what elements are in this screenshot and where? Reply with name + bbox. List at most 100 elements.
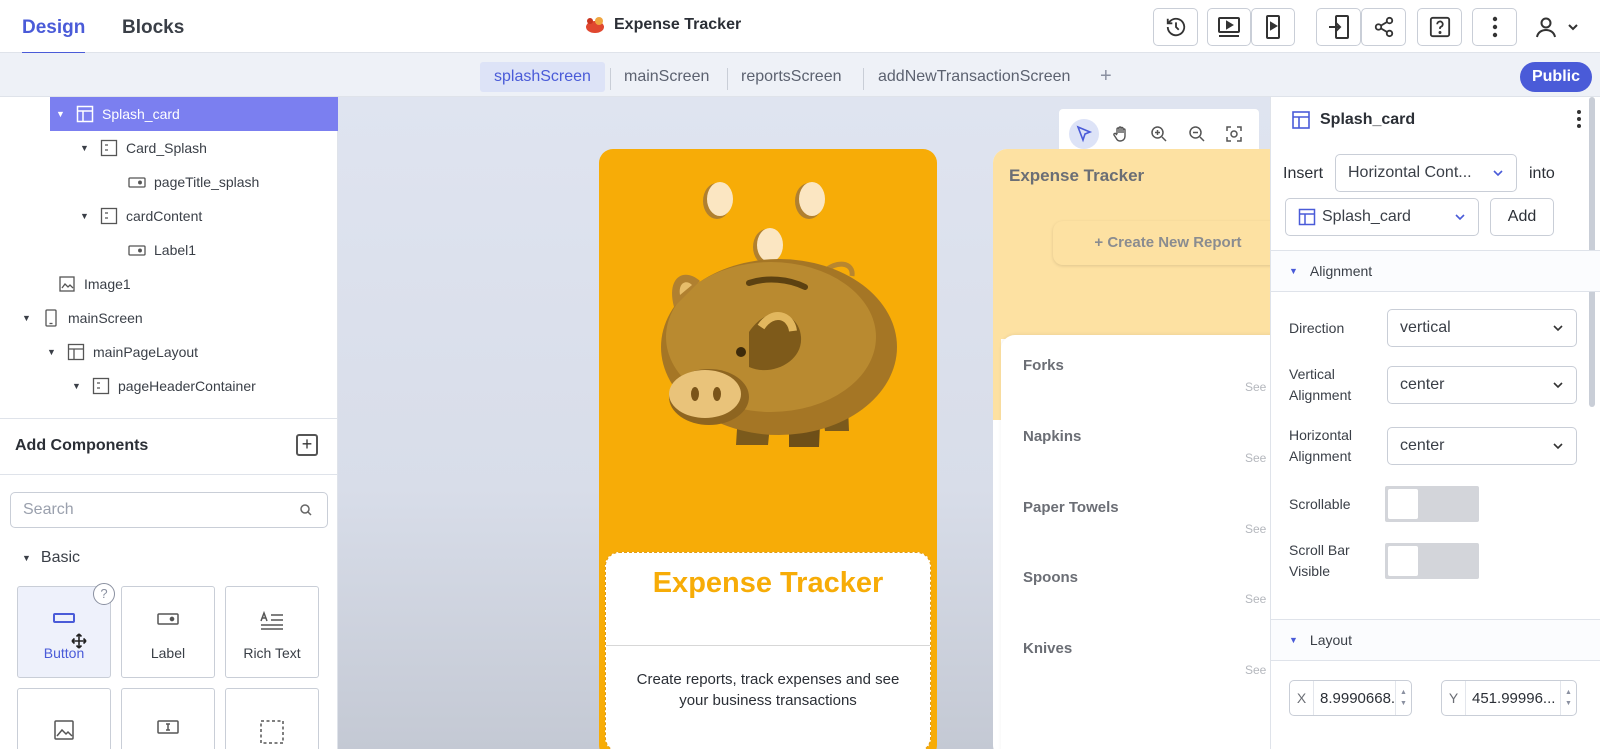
tab-design[interactable]: Design bbox=[22, 17, 86, 55]
tree-item-page-title-splash[interactable]: pageTitle_splash bbox=[128, 165, 259, 199]
direction-value: vertical bbox=[1400, 319, 1451, 336]
chevron-down-icon[interactable]: ▼ bbox=[1400, 700, 1407, 707]
list-item[interactable]: Forks bbox=[1023, 357, 1064, 374]
tree-item-image1[interactable]: Image1 bbox=[58, 267, 131, 301]
see-report-link[interactable]: See Re bbox=[1245, 592, 1270, 606]
component-tile-input[interactable] bbox=[121, 688, 215, 749]
component-tile-image[interactable] bbox=[17, 688, 111, 749]
list-item[interactable]: Napkins bbox=[1023, 428, 1081, 445]
tree-label: pageHeaderContainer bbox=[118, 378, 256, 394]
component-tile-container[interactable] bbox=[225, 688, 319, 749]
add-button[interactable]: Add bbox=[1490, 198, 1554, 236]
vertical-alignment-select[interactable]: center bbox=[1387, 366, 1577, 404]
left-panel: ▼ Splash_card ▼ Card_Splash pageTitle_sp… bbox=[0, 97, 338, 749]
toggle-knob bbox=[1388, 546, 1418, 576]
help-button[interactable] bbox=[1417, 8, 1462, 46]
layout-section-header[interactable]: ▼ Layout bbox=[1271, 619, 1600, 661]
see-report-link[interactable]: See Re bbox=[1245, 380, 1270, 394]
component-tile-label[interactable]: Label bbox=[121, 586, 215, 678]
fit-screen-tool[interactable] bbox=[1219, 119, 1249, 149]
tree-item-main-screen[interactable]: ▼ mainScreen bbox=[22, 301, 143, 335]
help-icon bbox=[1429, 16, 1450, 38]
basic-section-header[interactable]: ▼ Basic bbox=[22, 549, 80, 567]
x-stepper[interactable]: ▲ ▼ bbox=[1395, 681, 1411, 715]
screen-tab-add-transaction[interactable]: addNewTransactionScreen bbox=[864, 62, 1084, 92]
export-icon bbox=[1328, 15, 1349, 39]
add-component-plus-icon[interactable]: + bbox=[296, 434, 318, 456]
y-position-field[interactable]: Y 451.99996... ▲ ▼ bbox=[1441, 680, 1577, 716]
alignment-section-header[interactable]: ▼ Alignment bbox=[1271, 250, 1600, 292]
share-button[interactable] bbox=[1361, 8, 1406, 46]
fit-screen-icon bbox=[1226, 126, 1242, 142]
y-stepper[interactable]: ▲ ▼ bbox=[1560, 681, 1576, 715]
history-button[interactable] bbox=[1153, 8, 1198, 46]
splash-card[interactable]: Expense Tracker Create reports, track ex… bbox=[605, 552, 931, 749]
public-button[interactable]: Public bbox=[1520, 62, 1592, 92]
screen-tab-reports[interactable]: reportsScreen bbox=[727, 62, 856, 92]
tree-item-splash-card[interactable]: ▼ Splash_card bbox=[50, 97, 338, 131]
insert-type-select[interactable]: Horizontal Cont... bbox=[1335, 154, 1517, 192]
pointer-icon bbox=[1076, 125, 1092, 143]
select-tool[interactable] bbox=[1068, 119, 1099, 149]
see-report-link[interactable]: See Re bbox=[1245, 451, 1270, 465]
more-vertical-icon bbox=[1492, 16, 1497, 38]
add-screen-button[interactable]: + bbox=[1100, 65, 1112, 88]
x-position-value[interactable]: 8.9990668... bbox=[1314, 690, 1395, 707]
tree-item-page-header-container[interactable]: ▼ pageHeaderContainer bbox=[72, 369, 256, 403]
chevron-down-icon[interactable]: ▼ bbox=[1565, 700, 1572, 707]
create-report-button[interactable]: + Create New Report bbox=[1053, 221, 1270, 265]
chevron-up-icon[interactable]: ▲ bbox=[1400, 689, 1407, 696]
list-item[interactable]: Spoons bbox=[1023, 569, 1078, 586]
x-position-field[interactable]: X 8.9990668... ▲▼ bbox=[1289, 680, 1412, 716]
chevron-up-icon[interactable]: ▲ bbox=[1565, 689, 1572, 696]
export-button[interactable] bbox=[1316, 8, 1361, 46]
insert-target-select[interactable]: Splash_card bbox=[1285, 198, 1479, 236]
add-components-title: Add Components bbox=[15, 437, 149, 454]
y-position-value[interactable]: 451.99996... bbox=[1466, 690, 1560, 707]
screen-tab-splash[interactable]: splashScreen bbox=[480, 62, 605, 92]
component-search bbox=[10, 492, 328, 528]
see-report-link[interactable]: See Re bbox=[1245, 522, 1270, 536]
more-menu-button[interactable] bbox=[1472, 8, 1517, 46]
design-canvas[interactable]: Expense Tracker Create reports, track ex… bbox=[338, 97, 1270, 749]
rich-text-icon bbox=[260, 611, 283, 630]
preview-button[interactable] bbox=[1207, 8, 1251, 46]
selected-component-name: Splash_card bbox=[1320, 111, 1416, 128]
list-item[interactable]: Knives bbox=[1023, 640, 1072, 657]
device-preview-button[interactable] bbox=[1251, 8, 1295, 46]
caret-down-icon[interactable]: ▼ bbox=[22, 313, 32, 323]
tree-item-main-page-layout[interactable]: ▼ mainPageLayout bbox=[47, 335, 198, 369]
caret-down-icon[interactable]: ▼ bbox=[80, 211, 90, 221]
caret-down-icon: ▼ bbox=[22, 553, 31, 563]
list-accent bbox=[993, 335, 1001, 420]
component-search-input[interactable] bbox=[11, 493, 271, 527]
user-menu-button[interactable] bbox=[1527, 8, 1587, 46]
pan-tool[interactable] bbox=[1106, 119, 1136, 149]
list-item[interactable]: Paper Towels bbox=[1023, 499, 1119, 516]
tree-item-label1[interactable]: Label1 bbox=[128, 233, 196, 267]
caret-down-icon[interactable]: ▼ bbox=[72, 381, 82, 391]
zoom-in-tool[interactable] bbox=[1144, 119, 1174, 149]
direction-select[interactable]: vertical bbox=[1387, 309, 1577, 347]
insert-type-value: Horizontal Cont... bbox=[1348, 164, 1472, 181]
splash-screen-preview[interactable]: Expense Tracker Create reports, track ex… bbox=[599, 149, 937, 749]
user-icon bbox=[1536, 17, 1556, 38]
component-menu-button[interactable] bbox=[1576, 109, 1582, 134]
scrollable-toggle[interactable] bbox=[1385, 486, 1479, 522]
tile-label: Label bbox=[150, 645, 186, 661]
caret-down-icon[interactable]: ▼ bbox=[47, 347, 57, 357]
toggle-knob bbox=[1388, 489, 1418, 519]
component-tile-rich-text[interactable]: Rich Text bbox=[225, 586, 319, 678]
screen-tab-main[interactable]: mainScreen bbox=[610, 62, 723, 92]
caret-down-icon[interactable]: ▼ bbox=[56, 109, 66, 119]
tab-blocks[interactable]: Blocks bbox=[122, 17, 184, 39]
tree-item-card-splash[interactable]: ▼ Card_Splash bbox=[80, 131, 207, 165]
tree-item-card-content[interactable]: ▼ cardContent bbox=[80, 199, 202, 233]
help-badge-icon[interactable]: ? bbox=[93, 583, 115, 605]
caret-down-icon[interactable]: ▼ bbox=[80, 143, 90, 153]
main-screen-preview[interactable]: Expense Tracker + Create New Report Fork… bbox=[993, 149, 1270, 749]
see-report-link[interactable]: See Re bbox=[1245, 663, 1270, 677]
scrollbar-visible-toggle[interactable] bbox=[1385, 543, 1479, 579]
horizontal-alignment-select[interactable]: center bbox=[1387, 427, 1577, 465]
zoom-out-tool[interactable] bbox=[1182, 119, 1212, 149]
